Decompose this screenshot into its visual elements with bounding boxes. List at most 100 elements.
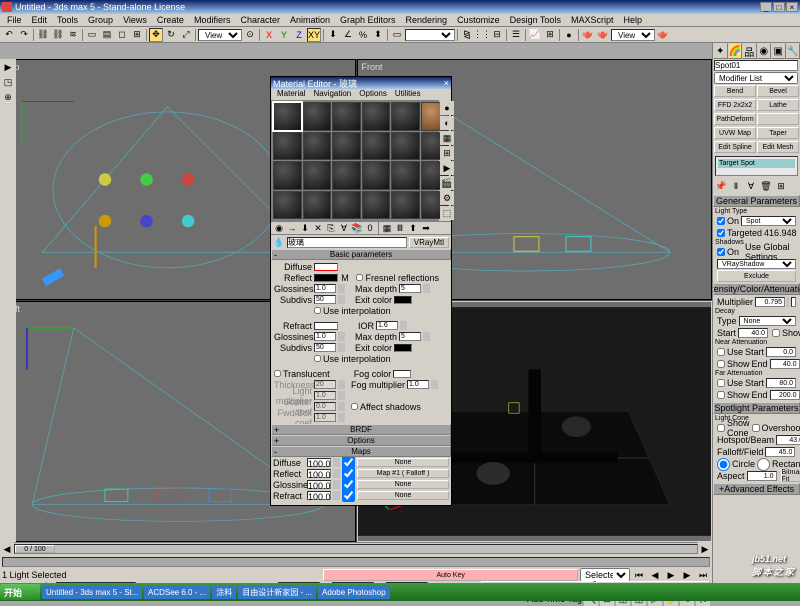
named-selection-button[interactable]: ▭ [390, 28, 404, 42]
taskbar-item[interactable]: 目由设计新家园 - ... [238, 585, 316, 599]
close-button[interactable]: × [786, 2, 798, 12]
general-params-rollout[interactable]: General Parameters [713, 195, 800, 207]
pivot-button[interactable]: ⊙ [243, 28, 257, 42]
material-slot[interactable] [303, 191, 332, 220]
material-slot[interactable] [273, 132, 302, 161]
material-slot[interactable] [362, 161, 391, 190]
timeline-next-icon[interactable]: ▶ [698, 542, 712, 556]
modifier-pathdeform[interactable]: PathDeform [714, 113, 756, 125]
refract-exit-swatch[interactable] [394, 344, 412, 352]
curve-editor-button[interactable]: 📈 [528, 28, 542, 42]
material-slot[interactable] [391, 191, 420, 220]
select-by-mat-icon[interactable]: ⬚ [440, 206, 454, 220]
uv-tile-icon[interactable]: ⊞ [440, 146, 454, 160]
shadow-type-combo[interactable]: VRayShadow [717, 259, 796, 269]
schematic-button[interactable]: ⊞ [543, 28, 557, 42]
prev-frame-icon[interactable]: ◀ [648, 568, 662, 582]
decay-show-checkbox[interactable] [772, 329, 780, 337]
taskbar-item[interactable]: ACDSee 6.0 - ... [144, 585, 210, 599]
material-slot[interactable] [362, 132, 391, 161]
far-start-field[interactable] [766, 378, 796, 388]
exclude-button[interactable]: Exclude [717, 270, 796, 282]
make-unique-icon[interactable]: ∀ [338, 222, 350, 234]
map-slot-button[interactable]: None [357, 491, 449, 500]
named-selection-combo[interactable] [405, 29, 455, 41]
brdf-rollout[interactable]: +BRDF [271, 424, 451, 435]
maximize-button[interactable]: □ [773, 2, 785, 12]
decay-type-combo[interactable]: None [739, 316, 796, 326]
intensity-rollout[interactable]: Intensity/Color/Attenuation [713, 283, 800, 295]
show-end-icon[interactable]: Ⅲ [394, 222, 406, 234]
near-start-field[interactable] [766, 347, 796, 357]
options-rollout[interactable]: +Options [271, 435, 451, 446]
modify-tab-icon[interactable]: 🌈 [728, 43, 743, 59]
bind-spacewarp-button[interactable]: ≋ [66, 28, 80, 42]
light-type-combo[interactable]: Spot [741, 216, 796, 226]
goto-start-icon[interactable]: ⏮ [632, 568, 646, 582]
go-sibling-icon[interactable]: ➡ [420, 222, 432, 234]
map-amount[interactable]: 100.0 [307, 469, 331, 478]
select-button[interactable]: ▭ [85, 28, 99, 42]
material-slot[interactable] [332, 161, 361, 190]
menu-edit[interactable]: Edit [27, 14, 53, 26]
render-last-button[interactable]: 🫖 [656, 28, 670, 42]
preview-icon[interactable]: 🎬 [440, 176, 454, 190]
advanced-effects-rollout[interactable]: + Advanced Effects [713, 483, 800, 495]
ref-coord-combo[interactable]: View [198, 29, 242, 41]
put-to-scene-icon[interactable]: → [286, 222, 298, 234]
material-slot[interactable] [303, 132, 332, 161]
material-editor-titlebar[interactable]: Material Editor - 玻璃 × [271, 77, 451, 89]
circle-radio[interactable] [717, 458, 730, 471]
mat-close-button[interactable]: × [444, 78, 449, 88]
diffuse-swatch[interactable] [314, 263, 338, 271]
material-editor-button[interactable]: ● [562, 28, 576, 42]
get-material-icon[interactable]: ◉ [273, 222, 285, 234]
unlink-button[interactable]: ⛓ [51, 28, 65, 42]
motion-tab-icon[interactable]: ◉ [757, 43, 772, 59]
material-name-field[interactable] [287, 237, 407, 248]
render-scene-button[interactable]: 🫖 [581, 28, 595, 42]
modifier-editmesh[interactable]: Edit Mesh [757, 141, 799, 153]
pin-stack-icon[interactable]: 📌 [714, 179, 728, 193]
map-slot-button[interactable]: None [357, 480, 449, 489]
taskbar-item[interactable]: Untitled - 3ds max 5 - St... [42, 585, 142, 599]
refract-subdivs-field[interactable] [314, 343, 336, 352]
layer-button[interactable]: ☰ [509, 28, 523, 42]
put-library-icon[interactable]: 📚 [351, 222, 363, 234]
go-parent-icon[interactable]: ⬆ [407, 222, 419, 234]
affect-shadows-checkbox[interactable] [351, 403, 358, 410]
video-check-icon[interactable]: ▶ [440, 161, 454, 175]
reset-icon[interactable]: ✕ [312, 222, 324, 234]
timeline-prev-icon[interactable]: ◀ [0, 542, 14, 556]
next-frame-icon[interactable]: ▶ [680, 568, 694, 582]
rectangle-radio[interactable] [757, 458, 770, 471]
map-amount[interactable]: 100.0 [307, 491, 331, 500]
utilities-tab-icon[interactable]: 🔧 [786, 43, 800, 59]
map-enable-checkbox[interactable] [342, 489, 355, 502]
ior-field[interactable] [376, 321, 398, 330]
display-tab-icon[interactable]: ▣ [771, 43, 786, 59]
max-depth-field[interactable] [399, 284, 421, 293]
targeted-checkbox[interactable] [717, 229, 725, 237]
translucent-checkbox[interactable] [274, 370, 281, 377]
taskbar-item[interactable]: Adobe Photoshop [318, 585, 390, 599]
mat-menu-options[interactable]: Options [355, 89, 391, 100]
auto-key-button[interactable]: Auto Key [323, 569, 578, 581]
modifier-list-combo[interactable]: Modifier List [714, 72, 798, 84]
hierarchy-tab-icon[interactable]: 品 [742, 43, 757, 59]
far-use-checkbox[interactable] [717, 379, 725, 387]
show-map-icon[interactable]: ▦ [381, 222, 393, 234]
modifier-bevel[interactable]: Bevel [757, 85, 799, 97]
reflect-subdivs-field[interactable] [314, 295, 336, 304]
background-icon[interactable]: ▦ [440, 131, 454, 145]
restrict-z-button[interactable]: Z [292, 28, 306, 42]
snap-button[interactable]: ⬇ [326, 28, 340, 42]
remove-mod-icon[interactable]: 🗑 [759, 179, 773, 193]
refract-gloss-field[interactable] [314, 332, 336, 341]
show-result-icon[interactable]: Ⅱ [729, 179, 743, 193]
modifier-ffd2x2x2[interactable]: FFD 2x2x2 [714, 99, 756, 111]
select-move-button[interactable]: ✥ [149, 28, 163, 42]
refract-interp-checkbox[interactable] [314, 355, 321, 362]
menu-maxscript[interactable]: MAXScript [566, 14, 619, 26]
far-show-checkbox[interactable] [717, 391, 725, 399]
